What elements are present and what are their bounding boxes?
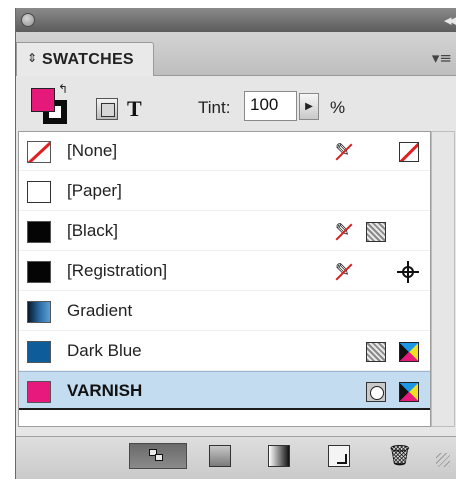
no-edit-icon: ✎	[335, 260, 351, 281]
formatting-affects-text-icon[interactable]: T	[127, 96, 142, 122]
show-all-swatches-button[interactable]	[129, 443, 187, 469]
swatch-chip-dark-blue	[27, 341, 51, 363]
swatch-name: Dark Blue	[67, 341, 142, 360]
registration-icon	[397, 261, 419, 283]
swatch-row-none[interactable]: [None] ✎	[19, 132, 430, 171]
no-edit-icon: ✎	[335, 140, 351, 161]
tint-percent-label: %	[330, 98, 346, 117]
swatch-row-registration[interactable]: [Registration] ✎	[19, 252, 430, 291]
close-panel-button[interactable]	[21, 13, 35, 27]
cmyk-icon	[399, 342, 419, 362]
spot-color-icon	[366, 382, 386, 402]
show-all-swatches-icon	[149, 449, 167, 463]
tab-swatches[interactable]: ⇕ SWATCHES	[16, 42, 154, 76]
swatch-chip-registration	[27, 261, 51, 283]
process-mode-icon	[366, 342, 386, 362]
tint-stepper-button[interactable]: ▶	[299, 93, 319, 120]
panel-menu-icon[interactable]: ▾≡	[432, 49, 452, 67]
formatting-affects-container-icon[interactable]	[96, 98, 118, 120]
swatch-row-gradient[interactable]: Gradient	[19, 292, 430, 331]
swatch-list: [None] ✎ [Paper] [Black] ✎ [Registration…	[18, 131, 431, 427]
swatch-name: [Registration]	[67, 261, 168, 280]
tab-swatches-label: SWATCHES	[42, 51, 134, 68]
tint-label: Tint:	[198, 98, 231, 117]
swatch-name: [None]	[67, 141, 118, 160]
swatch-chip-gradient	[27, 301, 51, 323]
panel-titlebar[interactable]: ◂◂	[16, 8, 456, 32]
new-swatch-button[interactable]	[328, 445, 350, 467]
swatch-chip-none	[27, 141, 51, 163]
resize-grip-icon[interactable]	[436, 453, 450, 467]
swatch-row-varnish[interactable]: VARNISH	[19, 371, 430, 410]
swatch-row-black[interactable]: [Black] ✎	[19, 212, 430, 251]
process-mode-icon	[366, 222, 386, 242]
swatch-chip-varnish	[27, 381, 51, 403]
swatches-toolbar: ↰ T Tint: 100 ▶ %	[16, 76, 456, 131]
cmyk-icon	[399, 382, 419, 402]
show-gradient-swatches-button[interactable]	[268, 445, 290, 467]
no-edit-icon: ✎	[335, 220, 351, 241]
none-icon	[399, 142, 419, 162]
swatch-list-scrollbar[interactable]	[431, 131, 455, 427]
swatches-panel: ◂◂ ⇕ SWATCHES ▾≡ ↰ T Tint: 100 ▶ % [None…	[15, 8, 456, 479]
swatch-chip-paper	[27, 181, 51, 203]
panel-tabbar: ⇕ SWATCHES ▾≡	[16, 32, 456, 76]
swatch-name: [Paper]	[67, 181, 122, 200]
panel-bottombar: 🗑	[16, 436, 456, 479]
tint-input[interactable]: 100	[244, 91, 297, 121]
fill-stroke-proxy[interactable]: ↰	[29, 82, 73, 126]
expand-arrows-icon[interactable]: ⇕	[27, 51, 37, 65]
swatch-name: Gradient	[67, 301, 133, 320]
show-color-swatches-button[interactable]	[209, 445, 231, 467]
fill-box[interactable]	[31, 88, 55, 112]
swatch-chip-black	[27, 221, 51, 243]
swatch-row-paper[interactable]: [Paper]	[19, 172, 430, 211]
swatch-row-dark-blue[interactable]: Dark Blue	[19, 332, 430, 371]
swatch-name: VARNISH	[67, 381, 143, 400]
delete-swatch-icon[interactable]: 🗑	[387, 443, 412, 467]
collapse-panel-icon[interactable]: ◂◂	[444, 11, 456, 29]
swatch-name: [Black]	[67, 221, 119, 240]
swap-fill-stroke-icon[interactable]: ↰	[58, 82, 68, 96]
